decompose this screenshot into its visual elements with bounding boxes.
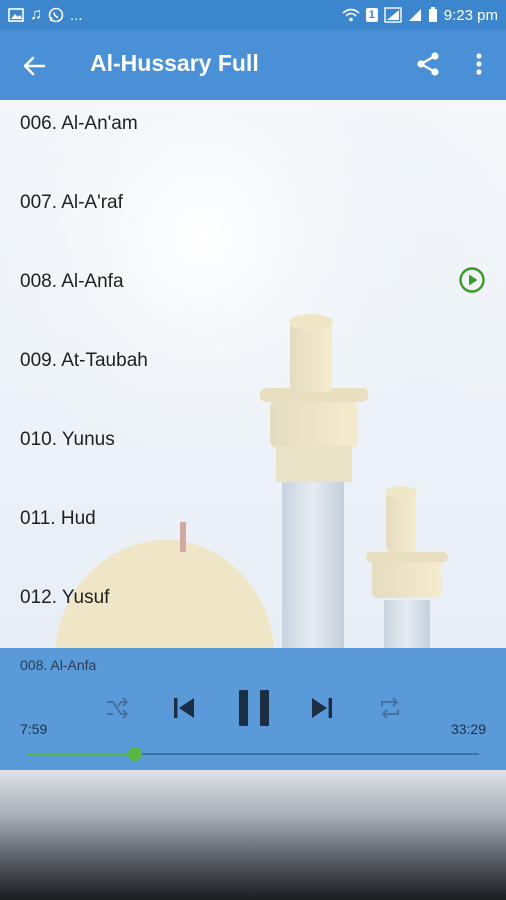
player-bar: 008. Al-Anfa 7:59 33:29: [0, 648, 506, 770]
status-right: 1 9:23 pm: [342, 7, 498, 24]
app-bar: Al-Hussary Full: [0, 30, 506, 100]
track-label: 012. Yusuf: [20, 587, 110, 608]
skip-previous-icon[interactable]: [170, 694, 198, 722]
track-label: 011. Hud: [20, 508, 96, 529]
sim-badge: 1: [365, 8, 378, 22]
whatsapp-notification-icon: [48, 7, 64, 23]
skip-next-icon[interactable]: [308, 694, 336, 722]
list-item[interactable]: 012. Yusuf: [0, 574, 506, 653]
arrow-left-icon[interactable]: [20, 52, 48, 80]
list-item[interactable]: 011. Hud: [0, 495, 506, 574]
track-label: 006. Al-An'am: [20, 113, 138, 134]
page-title: Al-Hussary Full: [90, 50, 259, 76]
track-label: 010. Yunus: [20, 429, 115, 450]
list-item[interactable]: 008. Al-Anfa: [0, 258, 506, 337]
image-notification-icon: [8, 8, 24, 22]
status-bar: ♫ ... 1 9:23 pm: [0, 0, 506, 30]
battery-icon: [428, 7, 437, 22]
elapsed-time: 7:59: [20, 721, 48, 737]
share-icon[interactable]: [414, 50, 442, 78]
seek-progress: [27, 753, 136, 755]
seek-bar[interactable]: [27, 747, 479, 761]
list-item[interactable]: 007. Al-A'raf: [0, 179, 506, 258]
pause-icon[interactable]: [236, 688, 272, 728]
wifi-icon: [342, 8, 360, 22]
track-list: 006. Al-An'am 007. Al-A'raf 008. Al-Anfa…: [0, 100, 506, 648]
signal-icon: [384, 7, 402, 23]
list-item[interactable]: 009. At-Taubah: [0, 337, 506, 416]
more-vert-icon[interactable]: [470, 50, 488, 78]
list-item[interactable]: 010. Yunus: [0, 416, 506, 495]
seek-thumb[interactable]: [128, 747, 143, 761]
play-circle-icon[interactable]: [458, 266, 486, 294]
shuffle-icon[interactable]: [103, 694, 131, 722]
status-left: ♫ ...: [8, 6, 83, 24]
music-notification-icon: ♫: [30, 6, 42, 23]
track-label: 009. At-Taubah: [20, 350, 148, 371]
total-time: 33:29: [450, 721, 486, 737]
track-label: 008. Al-Anfa: [20, 271, 124, 292]
now-playing-title: 008. Al-Anfa: [20, 657, 97, 673]
repeat-icon[interactable]: [376, 694, 404, 722]
more-notifications-indicator: ...: [70, 6, 83, 24]
track-label: 007. Al-A'raf: [20, 192, 123, 213]
background-bottom: [0, 770, 506, 900]
status-time: 9:23 pm: [443, 6, 498, 24]
signal-strength-icon: [408, 9, 421, 21]
list-item[interactable]: 006. Al-An'am: [0, 100, 506, 179]
